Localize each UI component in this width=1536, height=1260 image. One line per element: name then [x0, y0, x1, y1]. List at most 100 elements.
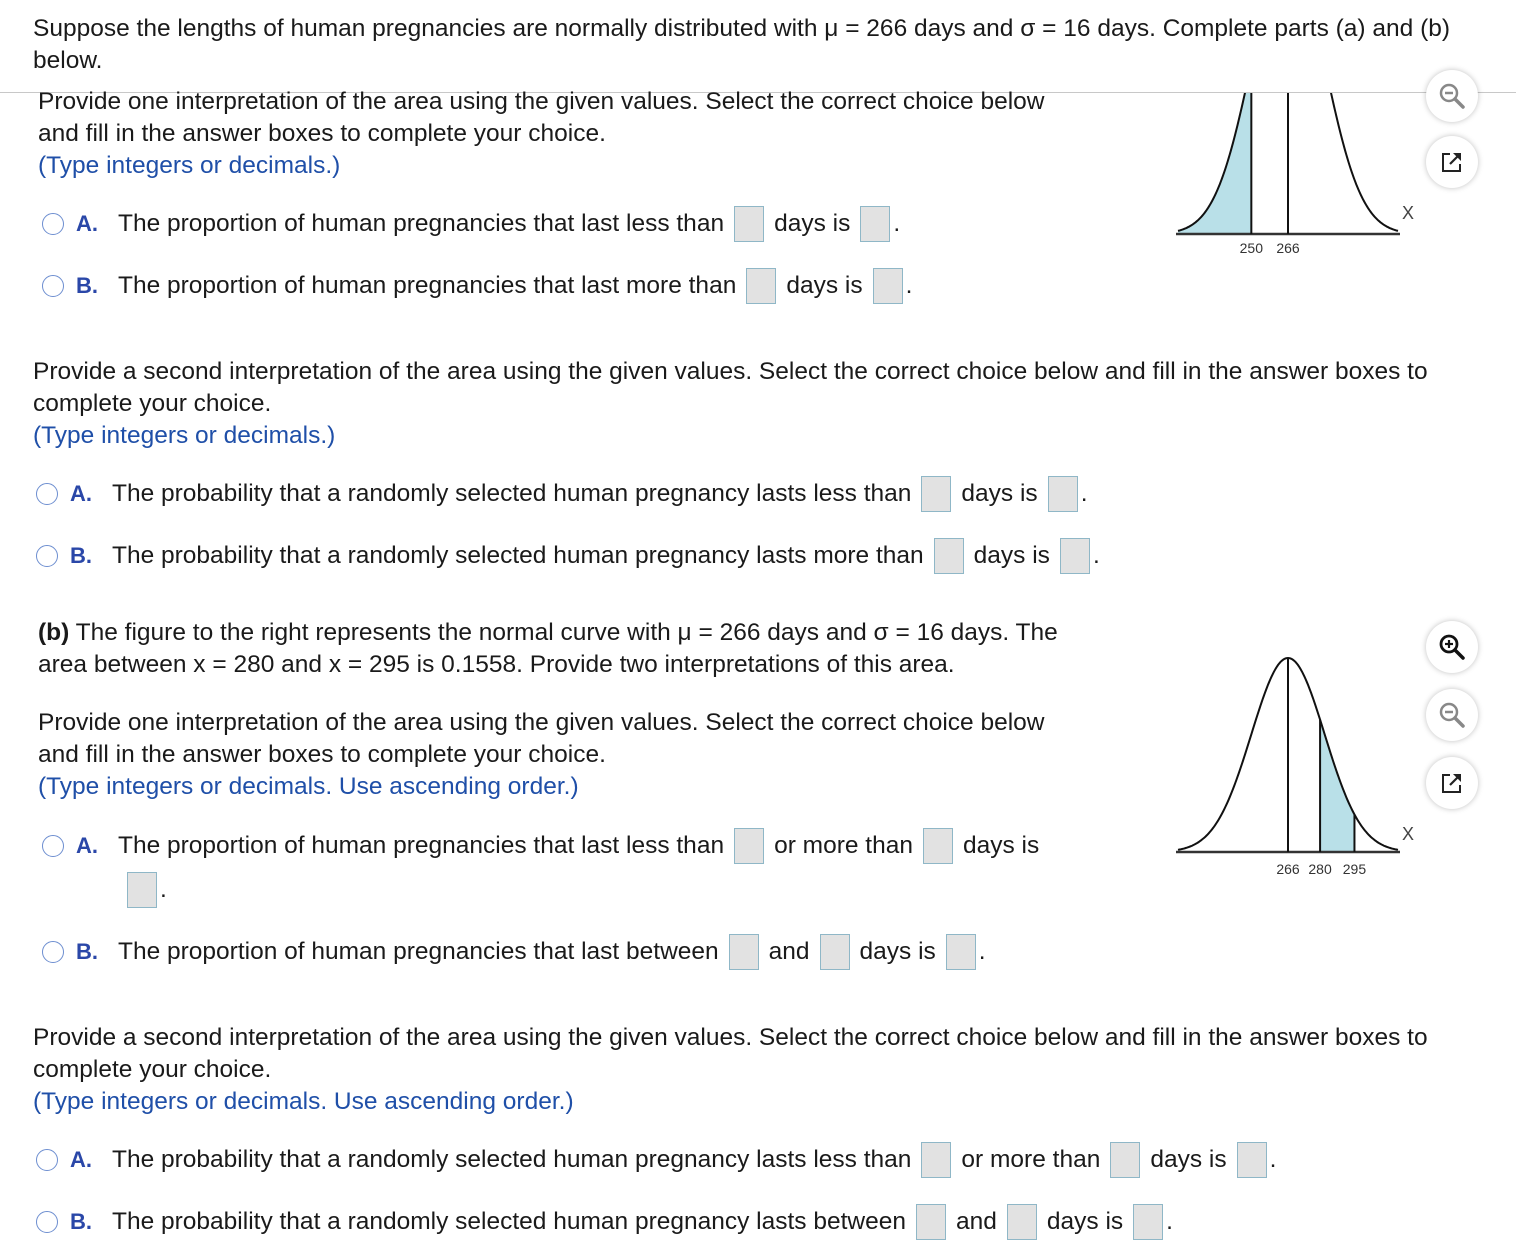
part-b-statement: (b) The figure to the right represents t… [38, 617, 1138, 681]
answer-box-probability[interactable] [1236, 1142, 1267, 1178]
option-text: The probability that a randomly selected… [112, 1146, 912, 1173]
option-text: days is [962, 832, 1040, 859]
answer-box-upper-days[interactable] [819, 934, 850, 970]
answer-box-lower-days[interactable] [734, 828, 765, 864]
radio-button[interactable] [36, 545, 58, 567]
radio-button[interactable] [42, 941, 64, 963]
period: . [1269, 1146, 1277, 1173]
option-letter: A. [76, 833, 98, 858]
part-a-second-prompt: Provide a second interpretation of the a… [33, 356, 1503, 452]
option-letter: B. [76, 273, 98, 298]
hint-text: (Type integers or decimals.) [33, 422, 336, 449]
prompt-line-2: and fill in the answer boxes to complete… [38, 120, 606, 147]
period: . [978, 938, 986, 965]
answer-box-lower-days[interactable] [916, 1204, 946, 1240]
part-a-first-prompt: Provide one interpretation of the area u… [38, 86, 1138, 182]
option-text: The probability that a randomly selected… [112, 1208, 906, 1235]
zoom-in-icon [1439, 634, 1465, 660]
option-letter: A. [76, 211, 98, 236]
part-a2-option-a[interactable]: A. The probability that a randomly selec… [36, 476, 1088, 512]
option-text: days is [961, 480, 1038, 507]
zoom-out-icon [1439, 83, 1465, 109]
period: . [905, 272, 913, 299]
answer-box-proportion[interactable] [945, 934, 976, 970]
period: . [1166, 1208, 1173, 1235]
part-a1-option-a[interactable]: A. The proportion of human pregnancies t… [42, 206, 900, 242]
period: . [160, 876, 167, 903]
tick-label: 266 [1276, 861, 1300, 877]
option-text: days is [1046, 1208, 1124, 1235]
x-axis-label: X [1402, 203, 1414, 223]
period: . [1092, 542, 1100, 569]
hint-text: (Type integers or decimals. Use ascendin… [38, 773, 579, 800]
option-text: The proportion of human pregnancies that… [118, 832, 725, 859]
option-letter: A. [70, 1147, 92, 1172]
option-text: and [768, 938, 810, 965]
answer-box-days[interactable] [734, 206, 765, 242]
part-a2-option-b[interactable]: B. The probability that a randomly selec… [36, 538, 1100, 574]
normal-curve-figure-b: 266 280 295 X [1176, 656, 1414, 877]
part-b1-option-b[interactable]: B. The proportion of human pregnancies t… [42, 934, 986, 970]
option-text: and [956, 1208, 997, 1235]
shaded-area [1320, 719, 1355, 852]
statement-line-1: The figure to the right represents the n… [69, 619, 1058, 646]
part-label: (b) [38, 619, 70, 646]
radio-button[interactable] [36, 1149, 58, 1171]
option-letter: B. [70, 543, 92, 568]
zoom-out-button[interactable] [1426, 70, 1478, 122]
answer-box-upper-days[interactable] [922, 828, 953, 864]
problem-statement: Suppose the lengths of human pregnancies… [33, 15, 1451, 74]
part-b1-option-a[interactable]: A. The proportion of human pregnancies t… [42, 828, 1039, 864]
option-text: days is [786, 272, 863, 299]
option-text: The probability that a randomly selected… [112, 542, 924, 569]
open-in-new-window-button[interactable] [1426, 757, 1478, 809]
tick-label: 250 [1240, 240, 1264, 256]
period: . [1080, 480, 1088, 507]
radio-button[interactable] [36, 483, 58, 505]
part-b2-option-b[interactable]: B. The probability that a randomly selec… [36, 1204, 1173, 1240]
part-b-first-prompt: Provide one interpretation of the area u… [38, 707, 1138, 803]
prompt-line-1: Provide one interpretation of the area u… [38, 709, 1045, 736]
answer-box-proportion[interactable] [872, 268, 903, 304]
option-text: days is [859, 938, 936, 965]
option-text: The probability that a randomly selected… [112, 480, 912, 507]
option-text: The proportion of human pregnancies that… [118, 272, 737, 299]
answer-box-lower-days[interactable] [921, 1142, 952, 1178]
normal-curve-figure-a: 250 266 X [1176, 93, 1414, 256]
part-a1-option-b[interactable]: B. The proportion of human pregnancies t… [42, 268, 912, 304]
answer-box-days[interactable] [746, 268, 777, 304]
zoom-out-icon [1439, 702, 1465, 728]
answer-box-probability[interactable] [1059, 538, 1090, 574]
option-text: or more than [961, 1146, 1101, 1173]
option-text: days is [774, 210, 851, 237]
tick-label: 266 [1276, 240, 1300, 256]
option-letter: B. [70, 1209, 92, 1234]
zoom-out-button[interactable] [1426, 689, 1478, 741]
radio-button[interactable] [36, 1211, 58, 1233]
answer-box-upper-days[interactable] [1006, 1204, 1037, 1240]
answer-box-upper-days[interactable] [1110, 1142, 1141, 1178]
answer-box-probability[interactable] [1133, 1204, 1164, 1240]
prompt-line-2: and fill in the answer boxes to complete… [38, 741, 606, 768]
part-b2-option-a[interactable]: A. The probability that a randomly selec… [36, 1142, 1276, 1178]
answer-box-proportion[interactable] [127, 872, 157, 908]
radio-button[interactable] [42, 213, 64, 235]
tick-label: 295 [1343, 861, 1367, 877]
answer-box-probability[interactable] [1047, 476, 1078, 512]
hint-text: (Type integers or decimals. Use ascendin… [33, 1088, 574, 1115]
part-b1-option-a-continued: . [127, 872, 167, 908]
answer-box-days[interactable] [921, 476, 952, 512]
option-text: or more than [774, 832, 913, 859]
period: . [893, 210, 901, 237]
answer-box-proportion[interactable] [860, 206, 891, 242]
option-text: The proportion of human pregnancies that… [118, 210, 725, 237]
answer-box-days[interactable] [933, 538, 964, 574]
answer-box-lower-days[interactable] [728, 934, 759, 970]
radio-button[interactable] [42, 275, 64, 297]
open-in-new-window-button[interactable] [1426, 136, 1478, 188]
radio-button[interactable] [42, 835, 64, 857]
x-axis-label: X [1402, 824, 1414, 844]
option-text: days is [973, 542, 1050, 569]
zoom-in-button[interactable] [1426, 621, 1478, 673]
option-letter: A. [70, 481, 92, 506]
